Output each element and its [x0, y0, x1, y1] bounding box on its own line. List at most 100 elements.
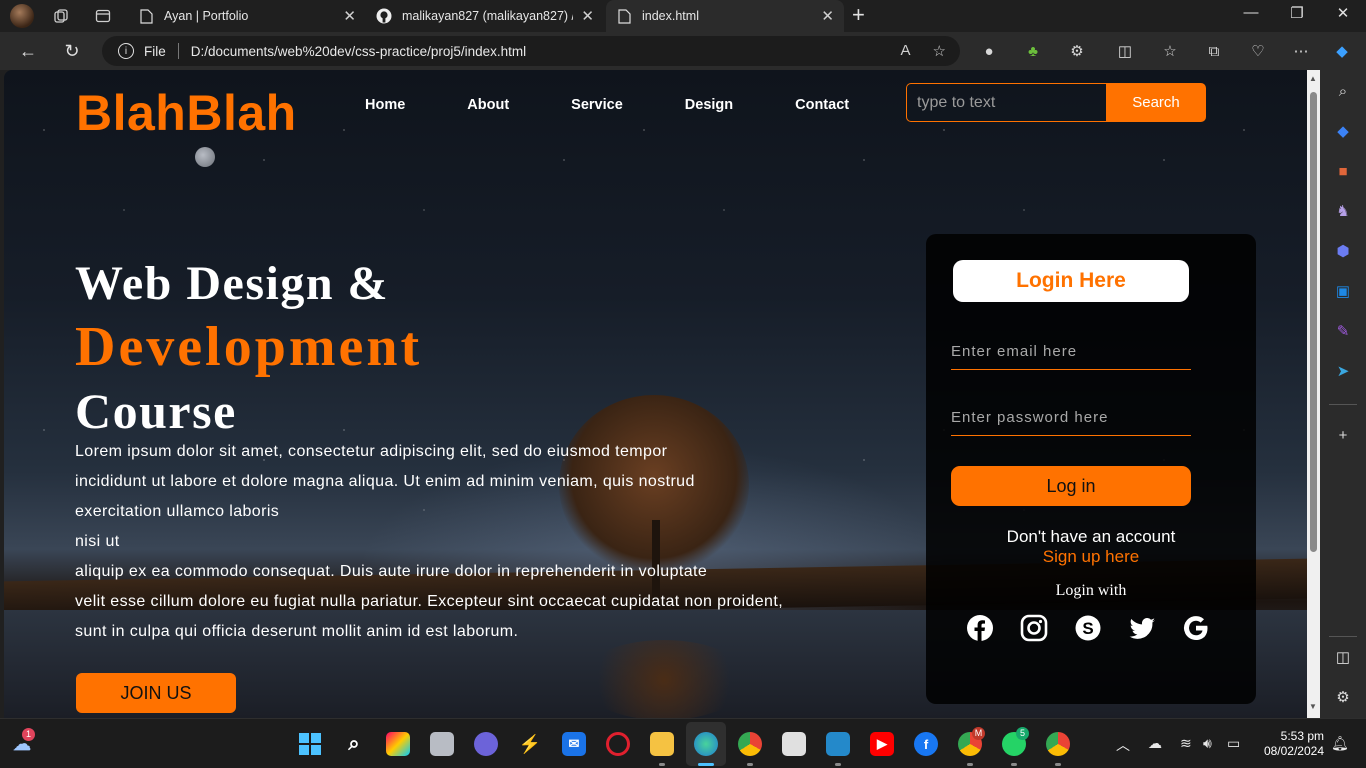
twitter-icon[interactable] [1128, 614, 1156, 642]
page-scrollbar[interactable]: ▲ ▼ [1307, 70, 1320, 718]
nav-design[interactable]: Design [685, 97, 733, 113]
tab-title: malikayan827 (malikayan827) / R [402, 9, 574, 23]
join-us-button[interactable]: JOIN US [76, 673, 236, 713]
close-tab-icon[interactable]: ✕ [581, 7, 594, 25]
chrome-icon[interactable] [738, 732, 762, 756]
skype-icon[interactable]: S [1074, 614, 1102, 642]
extension-icon[interactable]: ● [979, 42, 999, 62]
running-indicator [659, 763, 665, 766]
split-screen-icon[interactable]: ◫ [1115, 42, 1135, 62]
main-nav: Home About Service Design Contact [365, 97, 911, 113]
hero-line-1: Web Design & [75, 257, 390, 310]
designer-icon[interactable]: ✎ [1333, 322, 1353, 342]
favorite-star-icon[interactable]: ☆ [933, 42, 946, 60]
volume-icon[interactable]: 🔊︎ [1203, 735, 1212, 752]
search-icon[interactable]: ⌕ [342, 732, 366, 756]
task-view-icon[interactable] [430, 732, 454, 756]
tab-actions-icon[interactable] [92, 5, 114, 27]
chevron-up-icon[interactable]: ︿ [1116, 735, 1130, 755]
no-account-label: Don't have an account [1006, 527, 1176, 546]
tab-index-html[interactable]: index.html ✕ [606, 0, 844, 32]
opera-icon[interactable] [606, 732, 630, 756]
google-icon[interactable] [1182, 614, 1210, 642]
tab-portfolio[interactable]: Ayan | Portfolio ✕ [128, 0, 366, 32]
close-window-button[interactable]: ✕ [1328, 4, 1358, 22]
shopping-tag-icon[interactable]: ◆ [1333, 122, 1353, 142]
read-aloud-icon[interactable]: A [901, 42, 911, 60]
tools-briefcase-icon[interactable]: ■ [1333, 162, 1353, 182]
github-icon [376, 8, 392, 24]
address-bar[interactable]: i File D:/documents/web%20dev/css-practi… [102, 36, 960, 66]
teams-chat-icon[interactable] [474, 732, 498, 756]
scroll-thumb[interactable] [1310, 92, 1317, 552]
clock[interactable]: 5:53 pm 08/02/2024 [1262, 729, 1324, 759]
nav-service[interactable]: Service [571, 97, 623, 113]
instagram-icon[interactable] [1020, 614, 1048, 642]
notification-bell-icon[interactable]: 🔔︎ [1331, 735, 1349, 752]
store-icon[interactable] [782, 732, 806, 756]
signup-link[interactable]: Sign up here [926, 547, 1256, 567]
start-icon[interactable] [298, 732, 322, 756]
chrome-badge: M [972, 727, 985, 740]
outlook-icon[interactable]: ▣ [1333, 282, 1353, 302]
sublime-like-icon[interactable]: ⚡ [518, 732, 542, 756]
nav-about[interactable]: About [467, 97, 509, 113]
send-icon[interactable]: ➤ [1333, 362, 1353, 382]
workspaces-icon[interactable] [50, 5, 72, 27]
nav-home[interactable]: Home [365, 97, 405, 113]
more-menu-icon[interactable]: ⋯ [1291, 42, 1311, 62]
minimize-button[interactable]: — [1236, 4, 1266, 21]
tab-github[interactable]: malikayan827 (malikayan827) / R ✕ [366, 0, 604, 32]
vscode-icon[interactable] [826, 732, 850, 756]
youtube-icon[interactable]: ▶ [870, 732, 894, 756]
battery-icon[interactable]: ▭ [1227, 735, 1240, 752]
scroll-down-arrow[interactable]: ▼ [1309, 702, 1317, 711]
settings-gear-icon[interactable]: ⚙ [1333, 688, 1353, 708]
browser-tab-bar: Ayan | Portfolio ✕ malikayan827 (malikay… [0, 0, 1366, 32]
copilot-icon[interactable] [386, 732, 410, 756]
facebook-icon[interactable] [966, 614, 994, 642]
login-button[interactable]: Log in [951, 466, 1191, 506]
tree-extension-icon[interactable]: ♣ [1023, 42, 1043, 62]
login-form: Login Here Log in Don't have an account … [926, 234, 1256, 704]
copilot-icon[interactable]: ◆ [1332, 42, 1352, 62]
paragraph-line: velit esse cillum dolore eu fugiat nulla… [75, 593, 784, 610]
scroll-up-arrow[interactable]: ▲ [1309, 74, 1317, 83]
microsoft-365-icon[interactable]: ⬢ [1333, 242, 1353, 262]
paragraph-line: exercitation ullamco laboris [75, 503, 280, 520]
facebook-icon[interactable]: f [914, 732, 938, 756]
add-icon[interactable]: + [1333, 426, 1353, 446]
nav-contact[interactable]: Contact [795, 97, 849, 113]
games-icon[interactable]: ♞ [1333, 202, 1353, 222]
search-icon[interactable]: ⌕ [1333, 82, 1353, 102]
search-button[interactable]: Search [1106, 83, 1206, 122]
whatsapp-badge: 5 [1016, 727, 1029, 740]
search-input[interactable] [906, 83, 1106, 122]
file-explorer-icon[interactable] [650, 732, 674, 756]
close-tab-icon[interactable]: ✕ [343, 7, 356, 25]
hide-sidebar-icon[interactable]: ◫ [1333, 648, 1353, 668]
email-field[interactable] [951, 334, 1191, 370]
password-field[interactable] [951, 400, 1191, 436]
url-text[interactable]: D:/documents/web%20dev/css-practice/proj… [191, 44, 526, 59]
performance-icon[interactable]: ♡ [1248, 42, 1268, 62]
divider [1329, 636, 1357, 637]
onedrive-cloud-icon[interactable]: ☁ [1148, 735, 1162, 752]
hero-heading: Web Design & Development Course [75, 254, 422, 442]
wifi-icon[interactable]: ≋ [1180, 735, 1192, 752]
mail-icon[interactable]: ✉ [562, 732, 586, 756]
info-icon[interactable]: i [118, 43, 134, 59]
refresh-button[interactable]: ↻ [60, 39, 84, 63]
extensions-icon[interactable]: ⚙ [1067, 42, 1087, 62]
favorites-icon[interactable]: ☆ [1160, 42, 1180, 62]
edge-icon[interactable] [694, 732, 718, 756]
chrome-app-icon[interactable] [1046, 732, 1070, 756]
collections-icon[interactable]: ⧉ [1204, 42, 1224, 62]
site-logo[interactable]: BlahBlah [76, 84, 297, 142]
profile-avatar[interactable] [10, 4, 34, 28]
restore-button[interactable]: ❐ [1282, 4, 1312, 22]
back-button[interactable]: ← [16, 39, 40, 63]
clock-time: 5:53 pm [1280, 729, 1324, 743]
new-tab-button[interactable]: + [852, 4, 865, 26]
close-tab-icon[interactable]: ✕ [821, 7, 834, 25]
